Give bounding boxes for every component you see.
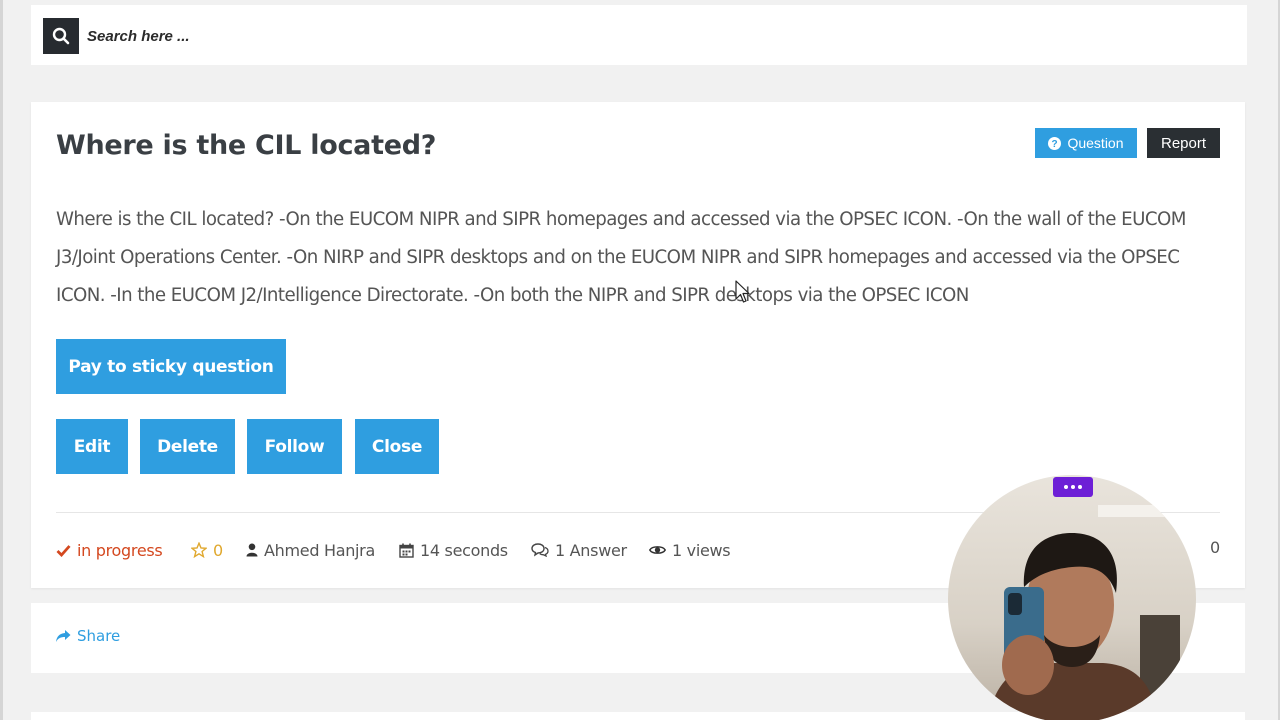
author-name: Ahmed Hanjra [264, 540, 375, 560]
status-label: in progress [77, 540, 163, 560]
share-icon [56, 630, 71, 642]
share-link[interactable]: Share [55, 627, 120, 645]
more-dot-icon [1078, 485, 1082, 489]
post-time: 14 seconds [399, 538, 508, 562]
delete-button[interactable]: Delete [140, 419, 235, 474]
search-input[interactable] [87, 19, 687, 53]
calendar-icon [399, 543, 414, 558]
user-icon [246, 543, 258, 557]
question-badge[interactable]: ? Question [1035, 128, 1137, 158]
question-body: Where is the CIL located? -On the EUCOM … [56, 209, 1186, 306]
search-bar [31, 5, 1247, 65]
search-icon [52, 27, 70, 45]
svg-text:?: ? [1052, 139, 1058, 150]
follow-button[interactable]: Follow [247, 419, 342, 474]
mouse-cursor-icon [735, 280, 750, 303]
question-badge-label: Question [1067, 135, 1124, 151]
star-icon [191, 542, 207, 558]
webcam-video-image [988, 505, 1196, 720]
pay-to-sticky-button[interactable]: Pay to sticky question [56, 339, 286, 394]
votes-value: 0 [213, 540, 223, 560]
answers-label: 1 Answer [555, 540, 627, 560]
answers-count[interactable]: 1 Answer [531, 538, 627, 562]
close-button[interactable]: Close [355, 419, 439, 474]
search-button[interactable] [43, 18, 79, 54]
author[interactable]: Ahmed Hanjra [246, 538, 375, 562]
report-button[interactable]: Report [1147, 128, 1220, 158]
question-circle-icon: ? [1048, 136, 1062, 150]
page-left-edge [0, 0, 3, 720]
check-icon [56, 544, 71, 557]
edit-button[interactable]: Edit [56, 419, 128, 474]
time-label: 14 seconds [420, 540, 508, 560]
more-dot-icon [1064, 485, 1068, 489]
webcam-overlay [948, 475, 1196, 720]
comments-icon [531, 543, 549, 557]
eye-icon [649, 546, 666, 554]
votes-count[interactable]: 0 [191, 538, 223, 562]
question-title[interactable]: Where is the CIL located? [56, 130, 436, 161]
overlay-more-button[interactable] [1053, 477, 1093, 497]
status-badge: in progress [56, 538, 163, 562]
more-dot-icon [1071, 485, 1075, 489]
views-label: 1 views [672, 540, 731, 560]
right-meta-count: 0 [1210, 538, 1221, 557]
share-label: Share [77, 627, 121, 645]
views-count: 1 views [649, 538, 731, 562]
